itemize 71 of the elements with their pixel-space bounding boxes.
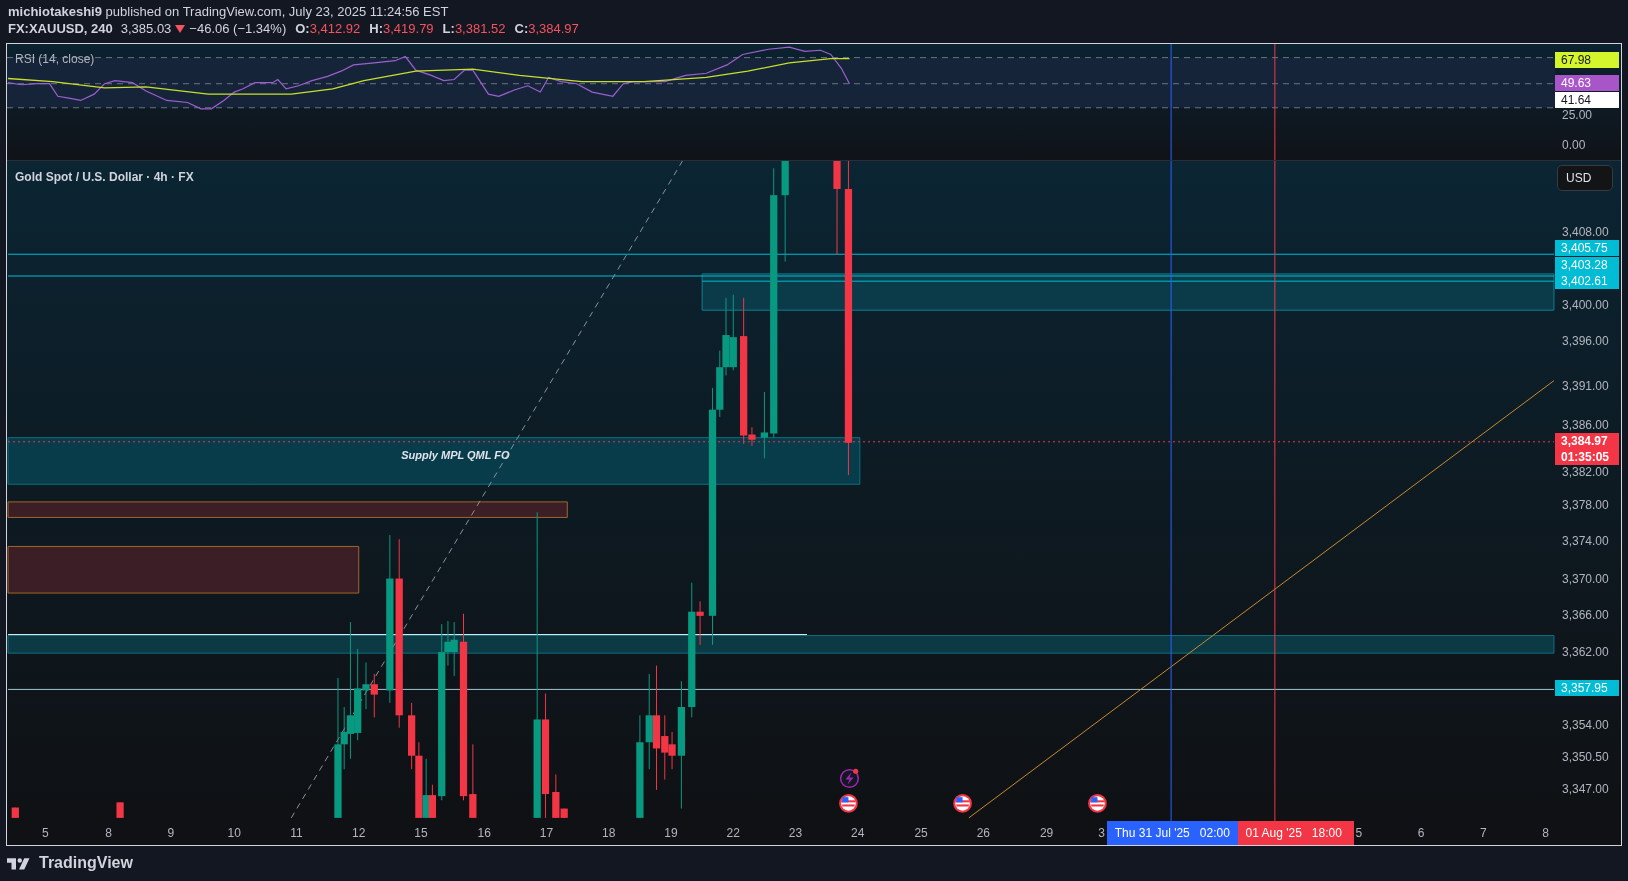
axis-label: 3,386.00	[1562, 418, 1609, 433]
price-tag: 3,384.97 01:35:05	[1555, 433, 1619, 466]
ohlc-label: L:	[442, 20, 455, 37]
axis-label: 6	[1417, 826, 1425, 840]
ohlc-value: 3,419.79	[383, 20, 434, 37]
axis-label: 3,400.00	[1562, 298, 1609, 312]
axis-label: 22	[726, 826, 740, 840]
axis-label: 3,366.00	[1562, 607, 1609, 622]
price-tag: 3,403.28	[1555, 256, 1619, 273]
axis-label: 15	[414, 826, 428, 840]
axis-label: 24	[851, 826, 865, 840]
price-tag: 41.64	[1555, 92, 1619, 109]
axis-label: 3,350.50	[1562, 749, 1609, 764]
axis-label: 3,382.00	[1562, 464, 1609, 479]
price-tag: 3,357.95	[1555, 680, 1619, 697]
currency-button[interactable]: USD	[1557, 165, 1613, 191]
axis-label: 3,374.00	[1562, 534, 1609, 549]
axis-label: 7	[1480, 826, 1487, 840]
axis-label: 5	[1355, 826, 1363, 840]
last-price: 3,385.03	[120, 20, 172, 37]
axis-label: 0.00	[1562, 138, 1586, 153]
ohlc-label: H:	[369, 20, 383, 37]
candlestick	[116, 801, 124, 819]
axis-label: 3,408.00	[1562, 225, 1609, 240]
zone-label: Supply MPL QML FO	[401, 449, 510, 462]
candlestick	[11, 807, 19, 819]
axis-label: 12	[352, 826, 366, 840]
axis-label: 26	[976, 826, 990, 840]
ohlc-label: C:	[514, 20, 529, 37]
axis-label: 10	[227, 826, 241, 840]
axis-label: 3,370.00	[1562, 571, 1609, 586]
ohlc-label: O:	[295, 20, 310, 37]
price-change: −46.06 (−1.34%)	[189, 20, 287, 37]
axis-label: 29	[1039, 826, 1054, 840]
axis-label: 18	[602, 826, 616, 840]
date-tag: Thu 31 Jul '25 02:00	[1106, 821, 1238, 845]
chart-legend: Gold Spot / U.S. Dollar · 4h · FX	[15, 170, 194, 184]
axis-label: 8	[1542, 826, 1549, 840]
axis-label: 9	[167, 826, 175, 840]
axis-label: 3,396.00	[1562, 334, 1609, 349]
axis-label: 8	[105, 826, 112, 840]
price-tag: 67.98	[1555, 51, 1619, 68]
flag-icon[interactable]	[839, 794, 858, 813]
price-tag: 49.63	[1555, 74, 1619, 91]
symbol-label: FX:XAUUSD, 240	[8, 20, 113, 37]
axis-label: 3,378.00	[1562, 498, 1609, 512]
axis-label: 3,391.00	[1562, 378, 1609, 393]
axis-label: 17	[539, 826, 554, 840]
flag-icon[interactable]	[1088, 794, 1107, 813]
axis-label: 19	[664, 826, 678, 840]
axis-label: 23	[788, 826, 803, 840]
axis-label: 25	[914, 826, 928, 840]
ohlc-value: 3,384.97	[528, 20, 579, 37]
date-tag: 01 Aug '25 18:00	[1237, 821, 1354, 845]
price-tag: 3,405.75	[1555, 240, 1619, 257]
axis-label: 5	[42, 826, 49, 840]
axis-label: 3,354.00	[1562, 717, 1609, 732]
indicator-legend: RSI (14, close)	[15, 52, 95, 66]
axis-label: 3	[1098, 826, 1105, 840]
price-tag: 3,402.61	[1555, 273, 1619, 290]
ohlc-value: 3,412.92	[309, 20, 361, 37]
axis-label: 25.00	[1562, 108, 1593, 123]
ohlc-value: 3,381.52	[454, 20, 506, 37]
axis-label: 11	[290, 826, 303, 840]
axis-label: 3,347.00	[1562, 781, 1609, 796]
publication-byline: michiotakeshi9 published on TradingView.com, July 23, 2025 11:24:56 EST	[8, 3, 450, 20]
flag-icon[interactable]	[953, 794, 972, 813]
lightning-icon[interactable]	[839, 768, 860, 789]
brand-name: TradingView	[39, 854, 133, 872]
axis-label: 16	[477, 826, 491, 840]
axis-label: 3,362.00	[1562, 645, 1609, 660]
